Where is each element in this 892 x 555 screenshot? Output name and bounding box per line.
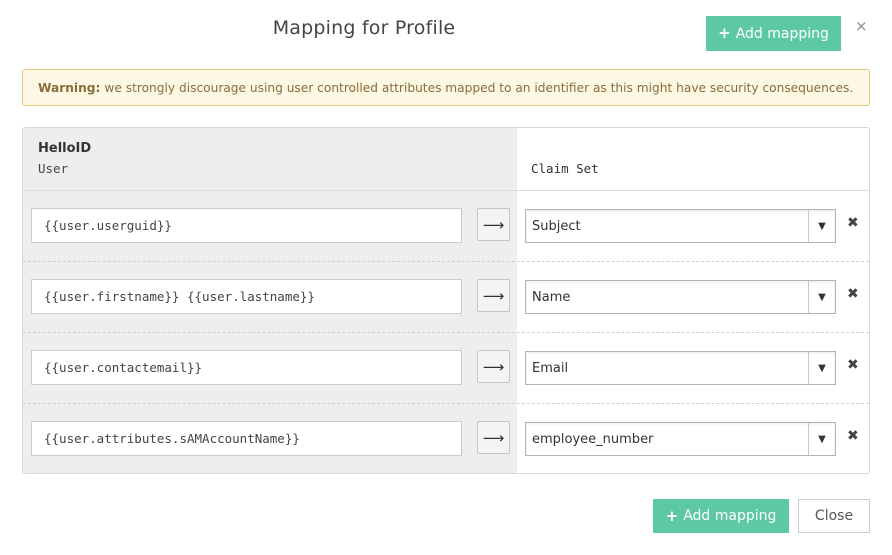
plus-icon: + [718,24,731,42]
close-button[interactable]: Close [798,499,870,533]
claim-select[interactable]: Name ▼ [525,280,836,314]
mapping-row: {{user.contactemail}} ⟶ Email ▼ ✖ [23,333,869,404]
claim-select[interactable]: Email ▼ [525,351,836,385]
chevron-down-icon: ▼ [808,423,835,455]
dialog-title: Mapping for Profile [272,17,456,39]
claim-select[interactable]: Subject ▼ [525,209,836,243]
mapping-table: HelloID User Claim Set {{user.userguid}}… [22,127,870,474]
source-header-subtitle: User [38,161,69,176]
warning-label: Warning: [38,80,101,95]
mapping-row: {{user.firstname}} {{user.lastname}} ⟶ N… [23,262,869,333]
plus-icon: + [665,506,679,525]
delete-icon[interactable]: ✖ [847,429,859,443]
mapping-row: {{user.attributes.sAMAccountName}} ⟶ emp… [23,404,869,473]
source-value-input[interactable]: {{user.firstname}} {{user.lastname}} [31,279,462,314]
arrow-right-icon[interactable]: ⟶ [477,421,510,454]
add-mapping-button-top[interactable]: + Add mapping [706,16,841,51]
arrow-right-icon[interactable]: ⟶ [477,279,510,312]
close-icon[interactable]: × [855,19,868,34]
claim-select-value: Email [532,360,569,376]
warning-alert: Warning: we strongly discourage using us… [22,69,870,106]
source-value-input[interactable]: {{user.contactemail}} [31,350,462,385]
delete-icon[interactable]: ✖ [847,358,859,372]
source-value-input[interactable]: {{user.attributes.sAMAccountName}} [31,421,462,456]
delete-icon[interactable]: ✖ [847,287,859,301]
claim-select-value: Subject [532,218,581,234]
mapping-row: {{user.userguid}} ⟶ Subject ▼ ✖ [23,191,869,262]
claim-select[interactable]: employee_number ▼ [525,422,836,456]
add-mapping-button-bottom[interactable]: + Add mapping [653,499,789,533]
claim-select-value: employee_number [532,431,654,447]
add-mapping-label: Add mapping [735,25,829,42]
add-mapping-label: Add mapping [683,508,777,524]
source-value-input[interactable]: {{user.userguid}} [31,208,462,243]
claim-select-value: Name [532,289,571,305]
arrow-right-icon[interactable]: ⟶ [477,350,510,383]
claim-set-header: Claim Set [531,161,599,176]
warning-text: we strongly discourage using user contro… [104,80,854,95]
source-header-title: HelloID [38,141,92,156]
arrow-right-icon[interactable]: ⟶ [477,208,510,241]
chevron-down-icon: ▼ [808,210,835,242]
chevron-down-icon: ▼ [808,281,835,313]
chevron-down-icon: ▼ [808,352,835,384]
delete-icon[interactable]: ✖ [847,216,859,230]
